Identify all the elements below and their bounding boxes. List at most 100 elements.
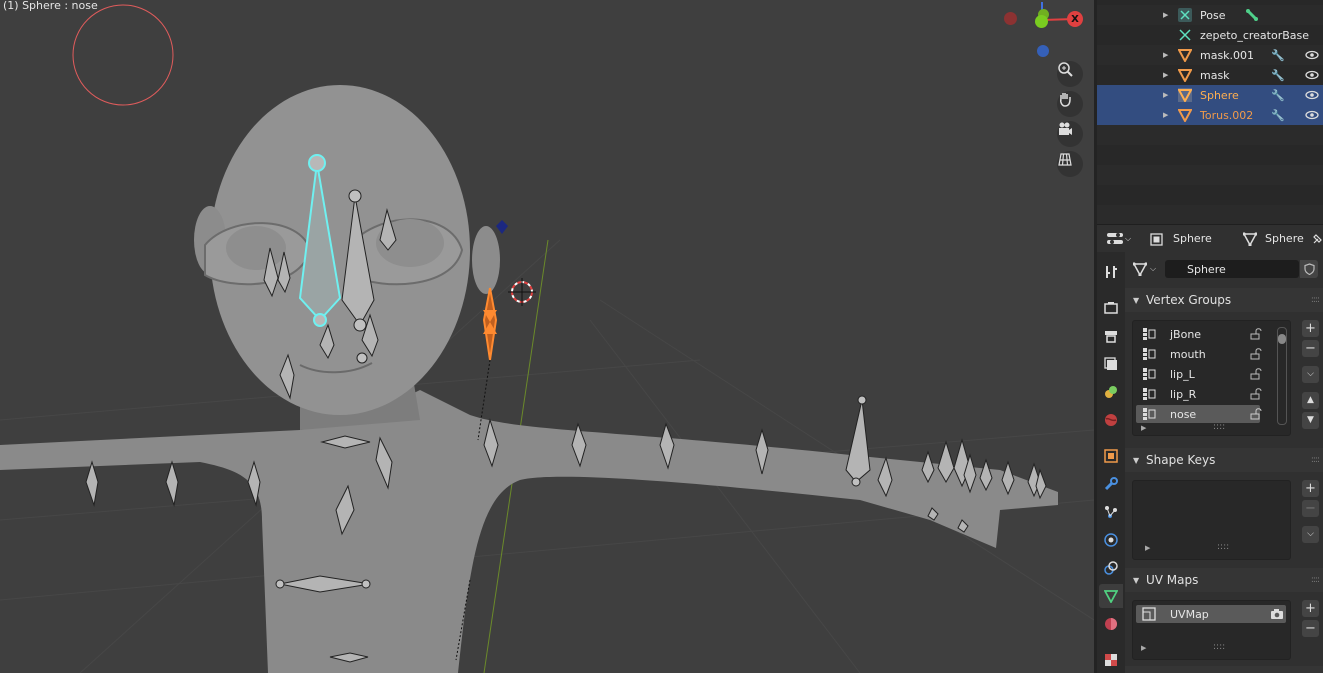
next-panel-header[interactable]: [1125, 666, 1323, 673]
tab-material[interactable]: [1099, 612, 1123, 636]
constraints-icon: [1104, 561, 1118, 575]
unlock-icon[interactable]: [1250, 388, 1262, 400]
remove-shape-key-button[interactable]: −: [1302, 500, 1319, 517]
tab-scene[interactable]: [1099, 380, 1123, 404]
list-item-label: jBone: [1170, 327, 1202, 341]
list-item[interactable]: lip_L: [1136, 365, 1262, 383]
zoom-icon: [1058, 62, 1073, 77]
outliner-row-mask[interactable]: ▶ mask 🔧: [1097, 65, 1323, 85]
camera-view-button[interactable]: [1057, 121, 1083, 147]
gizmo-z-dot[interactable]: [1035, 15, 1048, 28]
texture-icon: [1105, 654, 1117, 666]
move-down-button[interactable]: ▼: [1302, 412, 1319, 429]
tab-world[interactable]: [1099, 408, 1123, 432]
outliner-item-label: Torus.002: [1200, 108, 1254, 122]
vertex-group-list: jBone mouth lip_L lip_R nose ▶ ::::: [1132, 320, 1291, 436]
unlock-icon[interactable]: [1250, 348, 1262, 360]
eye-icon[interactable]: [1305, 48, 1319, 62]
tab-tool[interactable]: [1099, 260, 1123, 284]
list-item-selected[interactable]: nose: [1136, 405, 1262, 423]
remove-uv-map-button[interactable]: −: [1302, 620, 1319, 637]
shape-keys-panel-header[interactable]: ▼ Shape Keys ::::: [1125, 448, 1323, 472]
vertex-group-icon: [1143, 368, 1156, 380]
list-scrollbar[interactable]: [1277, 327, 1287, 425]
pin-icon[interactable]: [1311, 233, 1323, 245]
eye-icon[interactable]: [1305, 108, 1319, 122]
list-item[interactable]: mouth: [1136, 345, 1262, 363]
mesh-datablock-browse[interactable]: ⌵: [1133, 260, 1163, 278]
list-expand-arrow-icon[interactable]: ▶: [1141, 644, 1146, 652]
tab-texture[interactable]: [1099, 648, 1123, 672]
gizmo-x-dot[interactable]: X: [1067, 11, 1083, 27]
scrollbar-thumb[interactable]: [1278, 334, 1286, 344]
list-item-selected[interactable]: UVMap: [1136, 605, 1286, 623]
vertex-group-icon: [1143, 408, 1156, 420]
outliner-item-label: zepeto_creatorBase: [1200, 28, 1310, 42]
eye-icon[interactable]: [1305, 88, 1319, 102]
mesh-data-icon: [1243, 232, 1257, 246]
gizmo-neg-x-dot[interactable]: [1004, 12, 1017, 25]
tab-modifiers[interactable]: [1099, 472, 1123, 496]
list-expand-arrow-icon[interactable]: ▶: [1141, 424, 1146, 432]
move-up-button[interactable]: ▲: [1302, 392, 1319, 409]
list-resize-grip-icon[interactable]: ::::: [1213, 642, 1225, 652]
list-resize-grip-icon[interactable]: ::::: [1213, 422, 1225, 432]
perspective-toggle-button[interactable]: [1057, 151, 1083, 177]
tab-mesh-data[interactable]: [1099, 584, 1123, 608]
fake-user-button[interactable]: [1300, 260, 1318, 278]
mesh-name-field[interactable]: Sphere: [1165, 260, 1299, 278]
expand-arrow-icon[interactable]: ▶: [1163, 71, 1168, 79]
outliner-empty-row: [1097, 165, 1323, 185]
tab-physics[interactable]: [1099, 528, 1123, 552]
add-vertex-group-button[interactable]: +: [1302, 320, 1319, 337]
panel-title: Vertex Groups: [1146, 293, 1232, 307]
tab-output[interactable]: [1099, 324, 1123, 348]
tab-constraints[interactable]: [1099, 556, 1123, 580]
drag-grip-icon[interactable]: ::::: [1311, 295, 1320, 305]
camera-icon[interactable]: [1270, 608, 1284, 620]
outliner-row-sphere[interactable]: ▶ Sphere 🔧: [1097, 85, 1323, 105]
tab-view-layer[interactable]: [1099, 352, 1123, 376]
outliner-empty-row: [1097, 125, 1323, 145]
expand-arrow-icon[interactable]: ▶: [1163, 51, 1168, 59]
editor-type-button[interactable]: ⌵: [1107, 230, 1135, 248]
outliner-row-pose[interactable]: ▶ Pose: [1097, 5, 1323, 25]
list-resize-grip-icon[interactable]: ::::: [1217, 542, 1229, 552]
drag-grip-icon[interactable]: ::::: [1311, 455, 1320, 465]
list-item-label: lip_R: [1170, 387, 1197, 401]
zoom-button[interactable]: [1057, 61, 1083, 87]
vertex-group-specials-button[interactable]: ⌵: [1302, 366, 1319, 383]
outliner-item-label: Sphere: [1200, 88, 1239, 102]
eye-icon[interactable]: [1305, 68, 1319, 82]
tab-object[interactable]: [1099, 444, 1123, 468]
drag-grip-icon[interactable]: ::::: [1311, 575, 1320, 585]
unlock-icon[interactable]: [1250, 328, 1262, 340]
list-expand-arrow-icon[interactable]: ▶: [1145, 544, 1150, 552]
grid-icon: [1058, 153, 1072, 166]
render-icon: [1104, 302, 1118, 314]
expand-arrow-icon[interactable]: ▶: [1163, 91, 1168, 99]
unlock-icon[interactable]: [1250, 408, 1262, 420]
vertex-groups-panel-header[interactable]: ▼ Vertex Groups ::::: [1125, 288, 1323, 312]
shape-key-specials-button[interactable]: ⌵: [1302, 526, 1319, 543]
remove-vertex-group-button[interactable]: −: [1302, 340, 1319, 357]
add-uv-map-button[interactable]: +: [1302, 600, 1319, 617]
object-icon: [1150, 233, 1163, 246]
properties-editor-icon: [1107, 233, 1123, 244]
expand-arrow-icon[interactable]: ▶: [1163, 111, 1168, 119]
gizmo-neg-z-dot[interactable]: [1037, 45, 1049, 57]
pan-button[interactable]: [1057, 91, 1083, 117]
list-item[interactable]: lip_R: [1136, 385, 1262, 403]
unlock-icon[interactable]: [1250, 368, 1262, 380]
expand-arrow-icon[interactable]: ▶: [1163, 11, 1168, 19]
collapse-arrow-icon: ▼: [1133, 295, 1140, 305]
list-item[interactable]: jBone: [1136, 325, 1262, 343]
outliner-row-torus002[interactable]: ▶ Torus.002 🔧: [1097, 105, 1323, 125]
uv-maps-panel-header[interactable]: ▼ UV Maps ::::: [1125, 568, 1323, 592]
tab-render[interactable]: [1099, 296, 1123, 320]
outliner-row-mask001[interactable]: ▶ mask.001 🔧: [1097, 45, 1323, 65]
tab-particles[interactable]: [1099, 500, 1123, 524]
3d-viewport[interactable]: (1) Sphere : nose X: [0, 0, 1094, 673]
outliner-row-armature-data[interactable]: zepeto_creatorBase: [1097, 25, 1323, 45]
add-shape-key-button[interactable]: +: [1302, 480, 1319, 497]
